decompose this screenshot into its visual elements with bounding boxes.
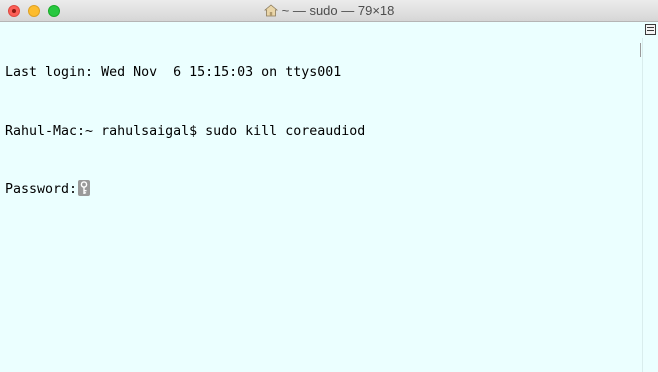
home-folder-icon [263, 4, 278, 20]
password-prompt-text: Password: [5, 182, 78, 197]
terminal-line: Rahul-Mac:~ rahulsaigal$ sudo kill corea… [5, 122, 638, 142]
title-bar[interactable]: ~ — sudo — 79×18 [0, 0, 658, 22]
command-line-text: Rahul-Mac:~ rahulsaigal$ sudo kill corea… [5, 123, 366, 139]
key-icon [78, 180, 91, 196]
split-pane-icon[interactable] [645, 24, 656, 35]
scrollbar[interactable] [642, 38, 658, 372]
window-title-container: ~ — sudo — 79×18 [0, 4, 658, 20]
terminal-line: Password: [5, 180, 638, 200]
terminal-window: ~ — sudo — 79×18 Last login: Wed Nov 6 1… [0, 0, 658, 372]
terminal-content[interactable]: Last login: Wed Nov 6 15:15:03 on ttys00… [5, 24, 638, 239]
window-title: ~ — sudo — 79×18 [281, 3, 395, 18]
terminal-line: Last login: Wed Nov 6 15:15:03 on ttys00… [5, 63, 638, 83]
login-line-text: Last login: Wed Nov 6 15:15:03 on ttys00… [5, 65, 342, 80]
